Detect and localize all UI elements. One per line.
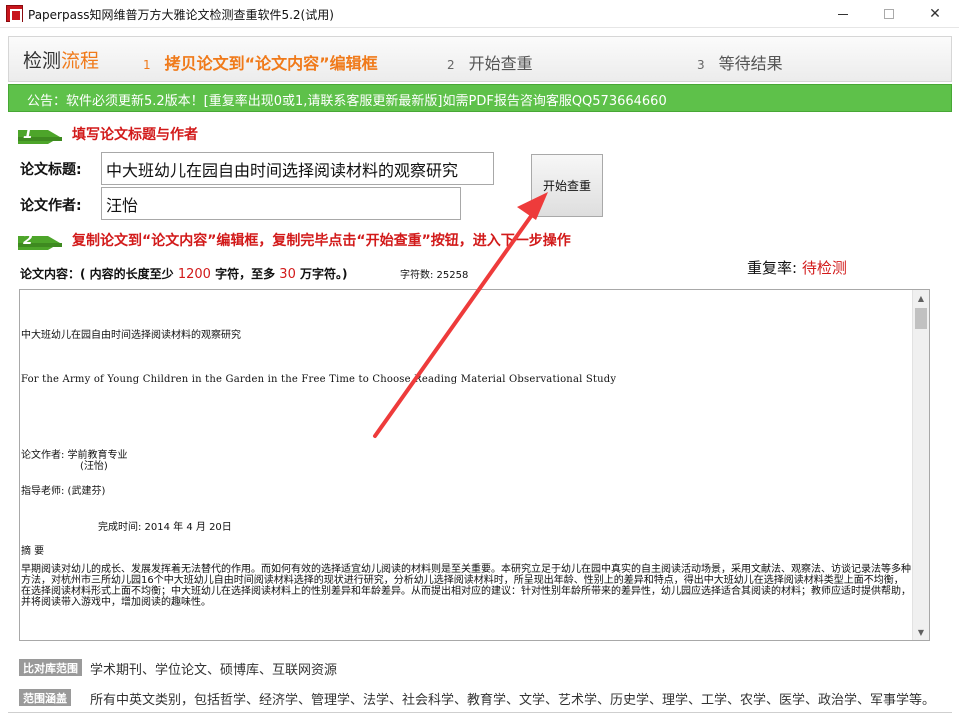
paper-content-text: 中大班幼儿在园自由时间选择阅读材料的观察研究 For the Army of Y…	[20, 290, 912, 640]
content-advisor: 指导老师: (武建芬)	[21, 486, 106, 497]
close-button[interactable]: ✕	[912, 0, 958, 28]
content-title-en: For the Army of Young Children in the Ga…	[21, 374, 617, 385]
paper-title-label: 论文标题:	[20, 162, 82, 178]
paper-author-input[interactable]	[101, 187, 461, 220]
duplicate-rate-label: 重复率:	[747, 259, 802, 277]
step-2: 2 开始查重	[447, 54, 533, 73]
maximize-icon	[884, 9, 894, 19]
duplicate-rate: 重复率: 待检测	[747, 257, 847, 278]
steps-heading: 检测流程	[23, 50, 100, 72]
paper-title-input[interactable]	[101, 152, 494, 185]
maximize-button[interactable]	[866, 0, 912, 28]
duplicate-rate-value: 待检测	[801, 259, 847, 277]
step-1-label: 拷贝论文到“论文内容”编辑框	[164, 54, 378, 73]
scrollbar-thumb[interactable]	[915, 308, 927, 329]
paper-author-label: 论文作者:	[20, 198, 82, 214]
paper-content-textarea[interactable]: 中大班幼儿在园自由时间选择阅读材料的观察研究 For the Army of Y…	[19, 289, 930, 641]
content-author: 论文作者: 学前教育专业	[21, 450, 128, 461]
content-date: 完成时间: 2014 年 4 月 20日	[98, 522, 232, 533]
step-two-badge-icon: 2	[18, 232, 62, 250]
vertical-scrollbar[interactable]: ▲ ▼	[912, 290, 929, 640]
content-abstract: 早期阅读对幼儿的成长、发展发挥着无法替代的作用。而如何有效的选择适宜幼儿阅读的材…	[21, 564, 911, 608]
step-2-label: 开始查重	[468, 54, 533, 73]
window-title: Paperpass知网维普万方大雅论文检测查重软件5.2(试用)	[28, 8, 334, 22]
content-length-hint: 论文内容：( 内容的长度至少 1200 字符，至多 30 万字符。)	[20, 267, 348, 282]
svg-text:2: 2	[23, 232, 33, 248]
min-length: 1200	[177, 267, 211, 282]
step-3-label: 等待结果	[718, 54, 783, 73]
coverage-text: 所有中英文类别，包括哲学、经济学、管理学、法学、社会科学、教育学、文学、艺术学、…	[90, 693, 936, 708]
announcement-bar: 公告：软件必须更新5.2版本！[重复率出现0或1,请联系客服更新最新版]如需PD…	[8, 84, 952, 112]
step-1: 1 拷贝论文到“论文内容”编辑框	[143, 54, 378, 73]
character-count: 字符数: 25258	[400, 270, 469, 281]
section-two-title: 复制论文到“论文内容”编辑框，复制完毕点击“开始查重”按钮，进入下一步操作	[72, 233, 571, 249]
section-one-title: 填写论文标题与作者	[72, 127, 198, 143]
compare-scope-badge: 比对库范围	[19, 659, 82, 676]
bottom-divider	[8, 712, 952, 713]
scroll-down-icon[interactable]: ▼	[913, 624, 929, 640]
title-bar: Paperpass知网维普万方大雅论文检测查重软件5.2(试用) ✕	[0, 0, 959, 28]
content-author-name: (汪怡)	[80, 461, 108, 472]
minimize-icon	[838, 13, 848, 15]
max-length: 30	[279, 267, 296, 282]
minimize-button[interactable]	[820, 0, 866, 28]
step-one-badge-icon: 1	[18, 126, 62, 144]
svg-text:1: 1	[23, 126, 33, 142]
process-steps-bar: 检测流程 1 拷贝论文到“论文内容”编辑框 2 开始查重 3 等待结果	[8, 36, 952, 82]
scroll-up-icon[interactable]: ▲	[913, 290, 929, 306]
coverage-badge: 范围涵盖	[19, 689, 71, 706]
start-check-button[interactable]: 开始查重	[531, 154, 603, 217]
content-abstract-heading: 摘 要	[21, 546, 45, 557]
app-logo-icon	[6, 5, 23, 22]
content-title-cn: 中大班幼儿在园自由时间选择阅读材料的观察研究	[21, 330, 241, 341]
close-icon: ✕	[929, 6, 941, 22]
compare-scope-text: 学术期刊、学位论文、硕博库、互联网资源	[90, 663, 338, 678]
step-3: 3 等待结果	[697, 54, 783, 73]
